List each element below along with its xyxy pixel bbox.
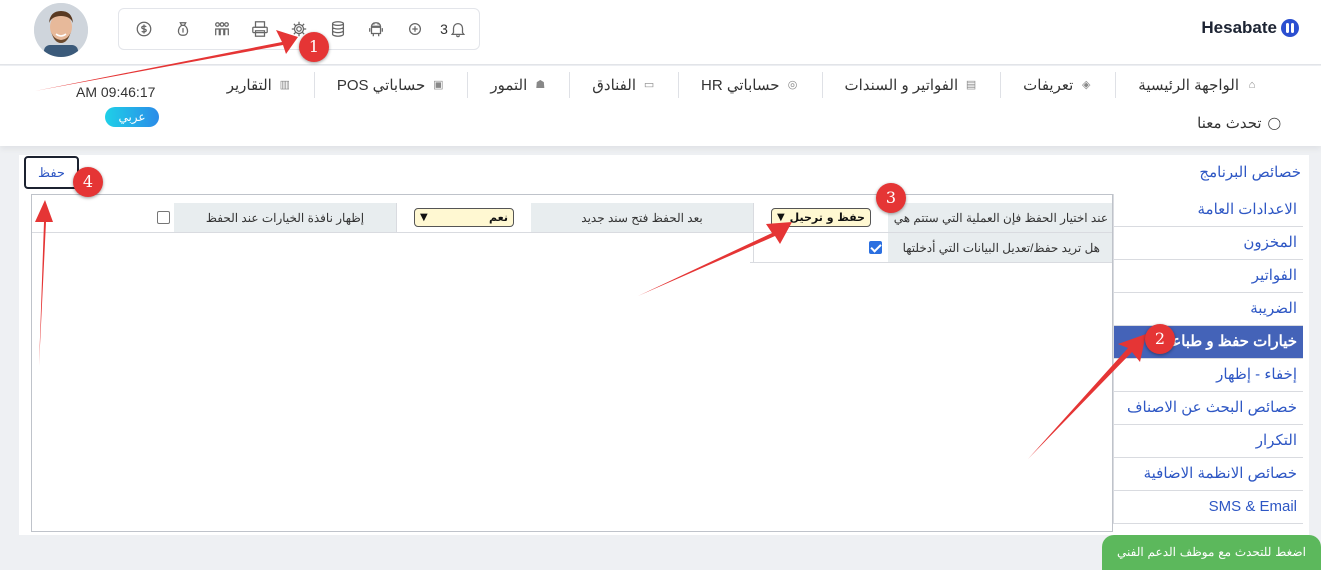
annotation-badge-1: 1 <box>299 32 329 62</box>
save-operation-cell: حفظ و ترحيل ▼ <box>753 203 888 232</box>
nav-menu: ⌂ الواجهة الرئيسية ◈ تعريفات ▤ الفواتير و ا… <box>205 72 1281 98</box>
plus-circle-icon[interactable] <box>400 14 430 44</box>
nav-item-reports[interactable]: ▥ التقارير <box>205 72 314 98</box>
main-navigation: ⌂ الواجهة الرئيسية ◈ تعريفات ▤ الفواتير و ا… <box>0 66 1321 146</box>
user-avatar[interactable] <box>34 3 88 57</box>
users-group-icon[interactable] <box>207 14 237 44</box>
show-options-label: إظهار نافذة الخيارات عند الحفظ <box>174 203 396 232</box>
save-button[interactable]: حفظ <box>24 156 79 189</box>
nav-item-definitions[interactable]: ◈ تعريفات <box>1000 72 1115 98</box>
clock: AM 09:46:17 <box>76 84 156 100</box>
money-bag-icon[interactable] <box>168 14 198 44</box>
notification-count: 3 <box>440 21 448 37</box>
nav-item-label: الفنادق <box>592 77 637 94</box>
nav-item-hr[interactable]: ◎ حساباتي HR <box>678 72 822 98</box>
nav-item-label: حساباتي POS <box>336 77 426 94</box>
top-bar: 3 Hesabate <box>0 0 1321 65</box>
settings-sidebar: الاعدادات العامة المخزون الفواتير الضريب… <box>1113 194 1303 524</box>
annotation-badge-2: 2 <box>1145 324 1175 354</box>
bell-icon <box>450 22 466 38</box>
chevron-down-icon: ▼ <box>777 212 785 223</box>
brand-mark-icon <box>1281 19 1299 37</box>
target-icon: ◎ <box>787 79 798 91</box>
sidebar-item-repetition[interactable]: التكرار <box>1113 425 1303 458</box>
hotel-icon: ▭ <box>643 79 655 91</box>
support-chat-button[interactable]: اضغط للتحدث مع موظف الدعم الفني <box>1102 535 1321 570</box>
android-icon[interactable] <box>361 14 391 44</box>
nav-item-dates[interactable]: ☗ التمور <box>467 72 569 98</box>
invoice-icon: ▤ <box>965 79 977 91</box>
bank-icon: ▥ <box>279 79 291 91</box>
program-settings-panel: خصائص البرنامج حفظ الاعدادات العامة المخ… <box>19 155 1309 535</box>
sidebar-item-invoices[interactable]: الفواتير <box>1113 260 1303 293</box>
nav-item-hotels[interactable]: ▭ الفنادق <box>569 72 678 98</box>
settings-row: هل تريد حفظ/تعديل البيانات التي أدخلتها <box>750 233 1112 263</box>
nav-item-home[interactable]: ⌂ الواجهة الرئيسية <box>1115 72 1281 98</box>
nav-item-label: التقارير <box>226 77 272 94</box>
nav-item-label: تعريفات <box>1023 77 1074 94</box>
dollar-coin-icon[interactable] <box>129 14 159 44</box>
settings-row: عند اختيار الحفظ فإن العملية التي ستتم ه… <box>32 203 1112 233</box>
confirm-save-cell <box>753 233 888 262</box>
annotation-badge-3: 3 <box>876 183 906 213</box>
dates-icon: ☗ <box>535 79 546 91</box>
show-options-cell <box>44 203 174 232</box>
sidebar-item-sms-email[interactable]: SMS & Email <box>1113 491 1303 524</box>
home-icon: ⌂ <box>1248 79 1256 91</box>
panel-title: خصائص البرنامج <box>1199 164 1301 181</box>
chat-label: تحدث معنا <box>1197 115 1262 132</box>
nav-item-label: الفواتير و السندات <box>844 77 959 94</box>
open-new-label: بعد الحفظ فتح سند جديد <box>531 203 753 232</box>
sidebar-item-item-search[interactable]: خصائص البحث عن الاصناف <box>1113 392 1303 425</box>
open-new-cell: نعم ▼ <box>396 203 531 232</box>
open-new-select[interactable]: نعم ▼ <box>414 208 514 227</box>
confirm-save-label: هل تريد حفظ/تعديل البيانات التي أدخلتها <box>888 233 1112 262</box>
printer-icon[interactable] <box>245 14 275 44</box>
chevron-down-icon: ▼ <box>420 212 428 223</box>
nav-item-invoices[interactable]: ▤ الفواتير و السندات <box>821 72 1001 98</box>
nav-item-label: حساباتي HR <box>701 77 780 94</box>
nav-item-pos[interactable]: ▣ حساباتي POS <box>313 72 468 98</box>
brand-logo[interactable]: Hesabate <box>1201 18 1299 38</box>
show-options-checkbox[interactable] <box>157 211 170 224</box>
layers-icon: ◈ <box>1082 79 1091 91</box>
sidebar-item-additional-systems[interactable]: خصائص الانظمة الاضافية <box>1113 458 1303 491</box>
save-operation-value: حفظ و ترحيل <box>789 211 865 224</box>
sidebar-item-tax[interactable]: الضريبة <box>1113 293 1303 326</box>
annotation-badge-4: 4 <box>73 167 103 197</box>
confirm-save-checkbox[interactable] <box>869 241 882 254</box>
nav-item-chat[interactable]: ◯ تحدث معنا <box>1197 114 1281 132</box>
sidebar-item-save-print-options[interactable]: خيارات حفظ و طباعة <box>1113 326 1303 359</box>
chat-icon: ◯ <box>1267 116 1281 130</box>
brand-name: Hesabate <box>1201 18 1277 37</box>
sidebar-item-general[interactable]: الاعدادات العامة <box>1113 194 1303 227</box>
save-operation-select[interactable]: حفظ و ترحيل ▼ <box>771 208 871 227</box>
sidebar-item-hide-show[interactable]: إخفاء - إظهار <box>1113 359 1303 392</box>
save-operation-label: عند اختيار الحفظ فإن العملية التي ستتم ه… <box>888 203 1112 232</box>
pos-icon: ▣ <box>433 79 444 91</box>
sidebar-item-inventory[interactable]: المخزون <box>1113 227 1303 260</box>
nav-item-label: الواجهة الرئيسية <box>1138 77 1239 94</box>
settings-content: عند اختيار الحفظ فإن العملية التي ستتم ه… <box>31 194 1113 532</box>
nav-item-label: التمور <box>490 77 528 94</box>
language-switch-button[interactable]: عربي <box>105 107 159 127</box>
open-new-value: نعم <box>489 211 508 224</box>
notifications-button[interactable]: 3 <box>439 14 469 44</box>
